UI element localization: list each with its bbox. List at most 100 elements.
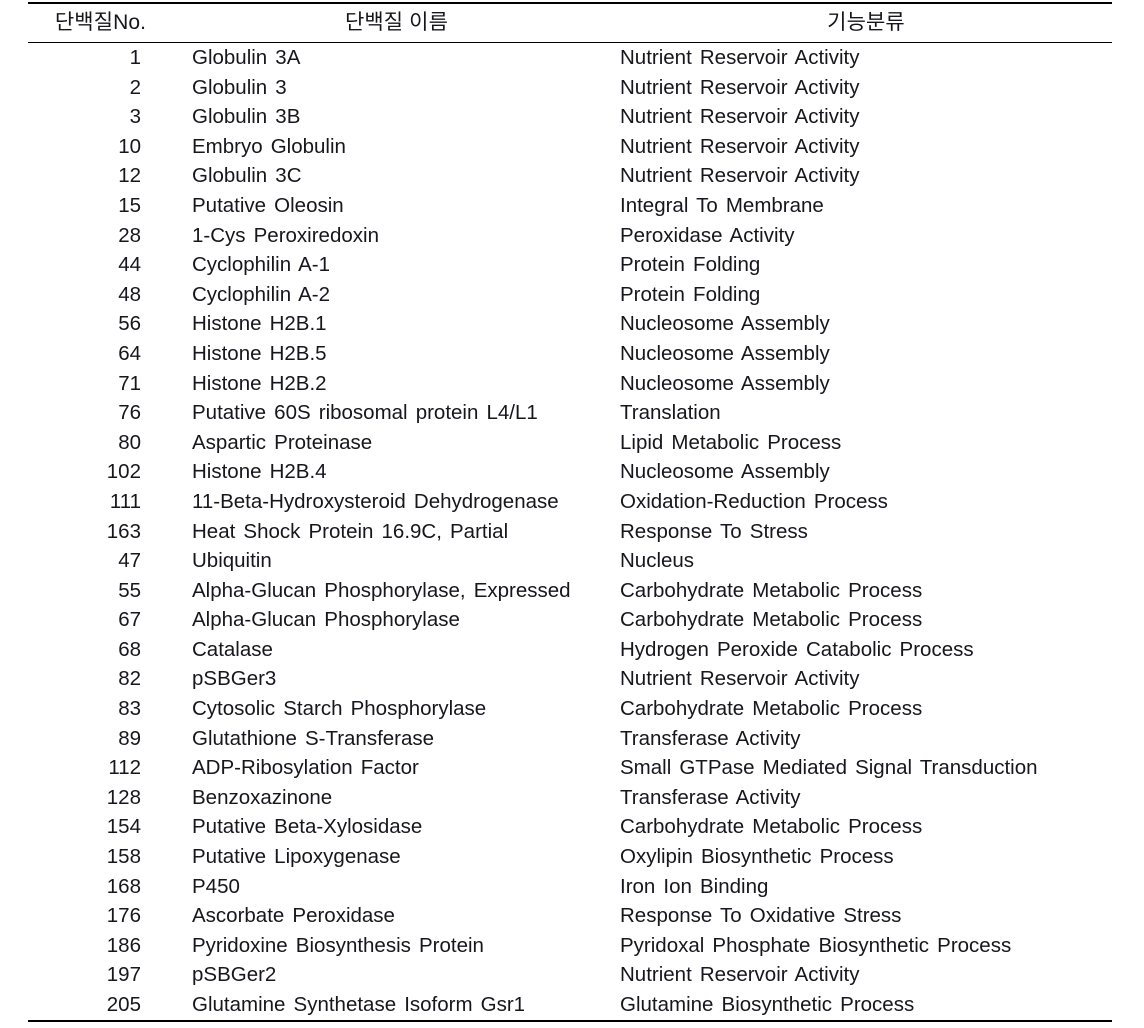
cell-function-category: Nutrient Reservoir Activity [620, 46, 860, 69]
table-row: 28 1-Cys Peroxiredoxin Peroxidase Activity [28, 221, 1112, 251]
cell-function-category: Nutrient Reservoir Activity [620, 667, 860, 691]
cell-protein-name: Putative Oleosin [192, 193, 344, 217]
cell-function-category: Glutamine Biosynthetic Process [620, 993, 915, 1016]
cell-protein-name: Histone H2B.1 [192, 312, 327, 336]
cell-function-category: Nutrient Reservoir Activity [620, 134, 860, 158]
cell-function-category: Peroxidase Activity [620, 223, 795, 247]
cell-function-category: Carbohydrate Metabolic Process [620, 578, 923, 602]
cell-protein-name: Glutamine Synthetase Isoform Gsr1 [192, 993, 526, 1016]
column-header-protein-name: 단백질 이름 [344, 11, 449, 34]
cell-protein-no: 197 [106, 963, 141, 987]
table-row: 76 Putative 60S ribosomal protein L4/L1 Tr… [28, 398, 1112, 428]
cell-protein-no: 76 [118, 401, 141, 425]
cell-protein-name: Benzoxazinone [192, 785, 333, 809]
cell-function-category: Nutrient Reservoir Activity [620, 963, 860, 987]
cell-protein-name: Aspartic Proteinase [192, 430, 373, 454]
cell-protein-name: Globulin 3B [192, 105, 301, 129]
cell-protein-no: 71 [118, 371, 141, 395]
table-row: 83 Cytosolic Starch Phosphorylase Carbohyd… [28, 694, 1112, 724]
cell-protein-no: 12 [118, 164, 141, 188]
table-row: 205 Glutamine Synthetase Isoform Gsr1 Glut… [28, 990, 1112, 1021]
cell-function-category: Response To Oxidative Stress [620, 904, 902, 928]
cell-protein-name: Cyclophilin A-1 [192, 253, 330, 277]
cell-protein-name: 11-Beta-Hydroxysteroid Dehydrogenase [192, 489, 559, 513]
table-row: 47 Ubiquitin Nucleus [28, 546, 1112, 576]
cell-function-category: Oxylipin Biosynthetic Process [620, 845, 894, 869]
cell-protein-no: 176 [106, 904, 141, 928]
cell-protein-no: 111 [109, 489, 141, 513]
cell-function-category: Protein Folding [620, 253, 761, 277]
cell-protein-name: Histone H2B.5 [192, 341, 327, 365]
cell-protein-name: Putative 60S ribosomal protein L4/L1 [192, 401, 538, 425]
cell-protein-name: Putative Lipoxygenase [192, 845, 401, 869]
table-row: 154 Putative Beta-Xylosidase Carbohydrate … [28, 812, 1112, 842]
table-row: 56 Histone H2B.1 Nucleosome Assembly [28, 309, 1112, 339]
cell-protein-name: Histone H2B.4 [192, 460, 327, 484]
table-row: 80 Aspartic Proteinase Lipid Metabolic Pro… [28, 428, 1112, 458]
cell-protein-name: Ubiquitin [192, 549, 272, 573]
cell-function-category: Iron Ion Binding [620, 874, 769, 898]
cell-protein-no: 10 [118, 134, 141, 158]
cell-protein-no: 3 [129, 105, 141, 129]
cell-function-category: Nucleosome Assembly [620, 371, 830, 395]
table-row: 12 Globulin 3C Nutrient Reservoir Activity [28, 161, 1112, 191]
cell-function-category: Nutrient Reservoir Activity [620, 164, 860, 188]
cell-function-category: Carbohydrate Metabolic Process [620, 697, 923, 721]
cell-function-category: Small GTPase Mediated Signal Transductio… [620, 756, 1038, 780]
protein-table: 단백질No. 단백질 이름 기능분류 1 Globulin 3A Nutrient … [28, 2, 1112, 1022]
table-row: 168 P450 Iron Ion Binding [28, 872, 1112, 902]
table-row: 163 Heat Shock Protein 16.9C, Partial Resp… [28, 517, 1112, 547]
cell-protein-name: ADP-Ribosylation Factor [192, 756, 419, 780]
cell-function-category: Hydrogen Peroxide Catabolic Process [620, 637, 974, 661]
cell-protein-name: Glutathione S-Transferase [192, 726, 435, 750]
cell-protein-name: Pyridoxine Biosynthesis Protein [192, 933, 484, 957]
cell-protein-name: Alpha-Glucan Phosphorylase [192, 608, 460, 632]
cell-protein-name: Globulin 3 [192, 75, 287, 99]
table-row: 158 Putative Lipoxygenase Oxylipin Biosynt… [28, 842, 1112, 872]
cell-protein-no: 28 [118, 223, 141, 247]
cell-protein-name: Cyclophilin A-2 [192, 282, 330, 306]
cell-protein-no: 64 [118, 341, 141, 365]
cell-protein-name: Ascorbate Peroxidase [192, 904, 395, 928]
table-row: 55 Alpha-Glucan Phosphorylase, Expressed C… [28, 576, 1112, 606]
table-row: 197 pSBGer2 Nutrient Reservoir Activity [28, 960, 1112, 990]
cell-function-category: Nutrient Reservoir Activity [620, 75, 860, 99]
table-row: 128 Benzoxazinone Transferase Activity [28, 783, 1112, 813]
cell-protein-no: 128 [106, 785, 141, 809]
cell-function-category: Nucleus [620, 549, 695, 573]
cell-function-category: Nutrient Reservoir Activity [620, 105, 860, 129]
cell-protein-no: 44 [118, 253, 141, 277]
cell-protein-no: 158 [106, 845, 141, 869]
cell-protein-name: Globulin 3C [192, 164, 302, 188]
cell-function-category: Protein Folding [620, 282, 761, 306]
cell-protein-name: Globulin 3A [192, 46, 301, 69]
column-header-function: 기능분류 [827, 11, 905, 34]
cell-function-category: Transferase Activity [620, 726, 801, 750]
table-row: 2 Globulin 3 Nutrient Reservoir Activity [28, 73, 1112, 103]
table-row: 89 Glutathione S-Transferase Transferase A… [28, 724, 1112, 754]
cell-protein-no: 102 [106, 460, 141, 484]
cell-protein-name: P450 [192, 874, 240, 898]
cell-protein-name: Cytosolic Starch Phosphorylase [192, 697, 487, 721]
table-row: 15 Putative Oleosin Integral To Membrane [28, 191, 1112, 221]
cell-protein-no: 15 [118, 193, 141, 217]
table-row: 64 Histone H2B.5 Nucleosome Assembly [28, 339, 1112, 369]
cell-function-category: Nucleosome Assembly [620, 460, 830, 484]
cell-protein-no: 2 [129, 75, 141, 99]
cell-protein-no: 205 [106, 993, 141, 1016]
cell-function-category: Response To Stress [620, 519, 808, 543]
cell-protein-name: 1-Cys Peroxiredoxin [192, 223, 379, 247]
table-row: 71 Histone H2B.2 Nucleosome Assembly [28, 369, 1112, 399]
cell-protein-no: 48 [118, 282, 141, 306]
cell-protein-no: 47 [118, 549, 141, 573]
table-header-row: 단백질No. 단백질 이름 기능분류 [28, 3, 1112, 43]
cell-protein-no: 82 [118, 667, 141, 691]
cell-protein-no: 83 [118, 697, 141, 721]
table-row: 1 Globulin 3A Nutrient Reservoir Activity [28, 43, 1112, 73]
cell-protein-no: 56 [118, 312, 141, 336]
cell-protein-no: 68 [118, 637, 141, 661]
cell-protein-no: 89 [118, 726, 141, 750]
cell-protein-name: Alpha-Glucan Phosphorylase, Expressed [192, 578, 571, 602]
document-page: 단백질No. 단백질 이름 기능분류 1 Globulin 3A Nutrient … [0, 0, 1144, 1028]
table-row: 102 Histone H2B.4 Nucleosome Assembly [28, 457, 1112, 487]
